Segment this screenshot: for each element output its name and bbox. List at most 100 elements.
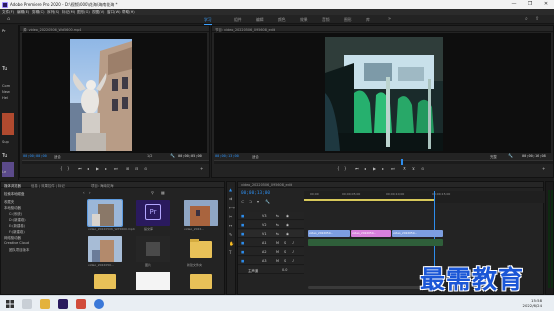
sync-lock-icon[interactable]: ⇆	[276, 232, 279, 236]
sync-lock-icon[interactable]: ⇆	[276, 214, 279, 218]
frame-forward-icon[interactable]: ▸	[105, 166, 107, 171]
play-icon[interactable]: ▶	[373, 166, 376, 171]
step-back-icon[interactable]: ⏮	[78, 166, 82, 171]
solo-button[interactable]: S	[284, 250, 286, 254]
view-toggle-icon[interactable]: ▦	[161, 190, 165, 195]
minimize-button[interactable]: —	[506, 0, 522, 9]
mute-button[interactable]: M	[276, 259, 279, 263]
close-button[interactable]: ✕	[538, 0, 554, 9]
media-thumbnail[interactable]	[88, 236, 122, 262]
eye-icon[interactable]: ◉	[286, 223, 289, 227]
track-header[interactable]: 主声道 0.0	[238, 266, 304, 274]
program-tab[interactable]: 节目: video_20220506_095608_edit	[215, 27, 275, 32]
media-thumbnail[interactable]	[87, 199, 123, 227]
tree-item[interactable]: C:(系统)	[9, 211, 22, 216]
timeline-sequence-tab[interactable]: video_20220506_095608_edit	[241, 183, 292, 187]
hand-tool-icon[interactable]: ✋	[229, 241, 234, 246]
tree-item[interactable]: 网络驱动器	[4, 235, 21, 240]
share-icon[interactable]: ⇪	[535, 16, 539, 22]
premiere-project-thumbnail[interactable]: Pr	[136, 200, 170, 226]
track-select-tool-icon[interactable]: ⇉	[229, 196, 232, 201]
eye-icon[interactable]: ◉	[286, 214, 289, 218]
camera-icon[interactable]: ⊙	[421, 166, 424, 171]
type-tool-icon[interactable]: T	[229, 250, 231, 255]
folder-thumbnail[interactable]	[88, 270, 122, 290]
taskbar-clock[interactable]: 15:58 2022/6/24	[523, 298, 542, 308]
mute-button[interactable]: M	[276, 241, 279, 245]
frame-back-icon[interactable]: ◂	[87, 166, 89, 171]
step-forward-icon[interactable]: ⏭	[391, 166, 395, 171]
mic-icon[interactable]: ♪	[292, 250, 294, 254]
folder-thumbnail[interactable]	[184, 236, 218, 262]
timeline-settings-icon[interactable]: 🔧	[265, 199, 270, 204]
timeline-ruler[interactable]: 00;00 00;00;05;00 00;00;10;00 00;00;15;0…	[304, 191, 545, 203]
track-header[interactable]: ■ V1 ⇆ ◉	[238, 230, 304, 238]
eye-icon[interactable]: ◉	[286, 232, 289, 236]
track-header[interactable]: ■ A1 M S ♪	[238, 239, 304, 247]
program-fit-select[interactable]: 适合	[252, 154, 259, 159]
solo-button[interactable]: S	[284, 259, 286, 263]
mark-out-icon[interactable]: }	[344, 166, 347, 171]
video-clip[interactable]: video_2022050...	[308, 230, 350, 237]
premiere-taskbar-icon[interactable]	[58, 299, 68, 309]
app-taskbar-icon[interactable]	[76, 299, 86, 309]
camera-icon[interactable]: ⊙	[144, 166, 147, 171]
mark-out-icon[interactable]: }	[67, 166, 70, 171]
source-viewer[interactable]	[22, 33, 207, 153]
mic-icon[interactable]: ♪	[292, 259, 294, 263]
workspace-tab-color[interactable]: 颜色	[278, 17, 286, 23]
track-header[interactable]: ■ V3 ⇆ ◉	[238, 212, 304, 220]
nav-back-icon[interactable]: ‹	[83, 190, 85, 195]
tree-item[interactable]: 收藏夹	[4, 199, 14, 204]
razor-tool-icon[interactable]: ✂	[229, 214, 232, 219]
mark-in-icon[interactable]: {	[60, 166, 63, 171]
master-volume[interactable]: 0.0	[282, 268, 287, 272]
source-fit-select[interactable]: 适合	[54, 154, 61, 159]
nav-forward-icon[interactable]: ›	[89, 190, 91, 195]
workspace-tab-editing[interactable]: 编辑	[256, 17, 264, 23]
insert-icon[interactable]: ⊞	[126, 166, 129, 171]
workspace-tab-assembly[interactable]: 组件	[234, 17, 242, 23]
location-select[interactable]: 检索本地磁盘	[4, 191, 24, 196]
workspace-tab-learning[interactable]: 学习	[204, 17, 212, 25]
add-button-icon[interactable]: +	[542, 166, 545, 171]
lift-icon[interactable]: ⊼	[403, 166, 406, 171]
source-ratio-select[interactable]: 1/2	[147, 154, 152, 158]
media-thumbnail[interactable]	[136, 236, 170, 262]
taskbar-search-icon[interactable]	[22, 299, 32, 309]
tree-item[interactable]: 本地驱动器	[4, 205, 21, 210]
program-viewer[interactable]	[214, 33, 551, 153]
track-header[interactable]: ■ V2 ⇆ ◉	[238, 221, 304, 229]
home-icon[interactable]: ⌂	[7, 16, 10, 22]
program-timecode-in[interactable]: 00;00;13;00	[215, 154, 239, 158]
maximize-button[interactable]: ❐	[522, 0, 538, 9]
wrench-icon[interactable]: 🔧	[508, 153, 513, 158]
play-icon[interactable]: ▶	[96, 166, 99, 171]
workspace-tab-effects[interactable]: 效果	[300, 17, 308, 23]
source-timecode-in[interactable]: 00;00;00;00	[23, 154, 47, 158]
add-button-icon[interactable]: +	[200, 166, 203, 171]
step-back-icon[interactable]: ⏮	[355, 166, 359, 171]
snap-icon[interactable]: ⊂	[241, 199, 244, 204]
media-thumbnail[interactable]	[184, 200, 218, 226]
overwrite-icon[interactable]: ⊟	[135, 166, 138, 171]
source-time-ruler[interactable]	[22, 160, 209, 164]
track-header[interactable]: ■ A3 M S ♪	[238, 257, 304, 265]
timeline-scrollbar[interactable]	[308, 286, 428, 289]
selection-tool-icon[interactable]: ▲	[229, 187, 232, 192]
filter-icon[interactable]: ⚲	[151, 190, 154, 195]
mark-in-icon[interactable]: {	[337, 166, 340, 171]
tree-item[interactable]: E:(新建卷)	[9, 223, 25, 228]
tree-item[interactable]: Creative Cloud	[4, 241, 29, 245]
program-ratio-select[interactable]: 完整	[490, 154, 497, 159]
mute-button[interactable]: M	[276, 250, 279, 254]
step-forward-icon[interactable]: ⏭	[114, 166, 118, 171]
mic-icon[interactable]: ♪	[292, 241, 294, 245]
ripple-edit-tool-icon[interactable]: ⟷	[229, 205, 235, 210]
solo-button[interactable]: S	[284, 241, 286, 245]
windows-start-icon[interactable]	[5, 299, 15, 309]
program-time-ruler[interactable]	[214, 160, 553, 164]
frame-back-icon[interactable]: ◂	[364, 166, 366, 171]
audio-clip[interactable]	[308, 239, 443, 246]
learn-thumbnail[interactable]	[2, 113, 14, 135]
